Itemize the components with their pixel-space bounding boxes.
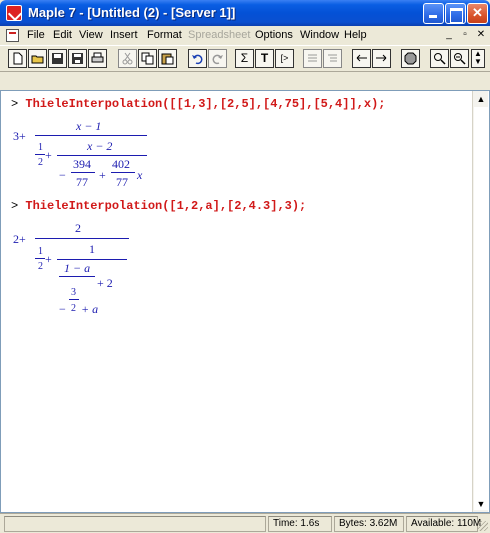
- menu-window[interactable]: Window: [300, 29, 339, 41]
- window-title: Maple 7 - [Untitled (2) - [Server 1]]: [28, 5, 236, 20]
- out1-half-den: 2: [38, 157, 43, 168]
- status-available: Available: 110M: [406, 516, 481, 532]
- status-time-value: 1.6s: [300, 518, 320, 529]
- out1-plus-2: +: [99, 168, 106, 182]
- new-icon[interactable]: [8, 49, 27, 68]
- out1-numerator: x − 1: [76, 119, 102, 133]
- scroll-down-button[interactable]: ▼: [473, 496, 489, 512]
- menu-file[interactable]: File: [27, 29, 45, 41]
- close-button[interactable]: ✕: [467, 3, 488, 24]
- save-all-icon[interactable]: [68, 49, 87, 68]
- cut-icon[interactable]: [118, 49, 137, 68]
- doc-minimize-button[interactable]: _: [442, 28, 456, 42]
- maple-command-2[interactable]: ThieleInterpolation([1,2,a],[2,4.3],3);: [25, 199, 306, 213]
- menu-insert[interactable]: Insert: [110, 29, 138, 41]
- status-bar: Time: 1.6s Bytes: 3.62M Available: 110M: [0, 513, 490, 533]
- collapse-icon[interactable]: [303, 49, 322, 68]
- prompt-symbol: >: [11, 97, 19, 111]
- out2-plus-two: + 2: [97, 276, 113, 290]
- out2-one-minus-a: 1 − a: [64, 261, 91, 275]
- toolbar-scroll-button[interactable]: ▲ ▼: [471, 49, 485, 68]
- out2-half-den: 2: [38, 261, 43, 272]
- save-icon[interactable]: [48, 49, 67, 68]
- out1-inner-fraction-bar: [57, 155, 147, 156]
- out1-coef1-bar: [71, 172, 95, 173]
- doc-restore-button[interactable]: ▫: [458, 28, 472, 42]
- out2-plus: +: [45, 252, 52, 266]
- out1-coef2-den: 77: [116, 175, 128, 189]
- status-message: [4, 516, 266, 532]
- menu-edit[interactable]: Edit: [53, 29, 72, 41]
- undo-icon[interactable]: [188, 49, 207, 68]
- redo-icon[interactable]: [208, 49, 227, 68]
- stop-icon[interactable]: [401, 49, 420, 68]
- menu-options[interactable]: Options: [255, 29, 293, 41]
- resize-grip[interactable]: [478, 521, 488, 531]
- out1-half-num: 1: [38, 142, 43, 153]
- minimize-button[interactable]: [423, 3, 444, 24]
- status-bytes: Bytes: 3.62M: [334, 516, 404, 532]
- copy-icon[interactable]: [138, 49, 157, 68]
- out2-half-bar: [35, 258, 45, 259]
- out2-main-fraction-bar: [35, 238, 129, 239]
- menu-bar: File Edit View Insert Format Spreadsheet…: [0, 26, 490, 45]
- out2-lead: 2+: [13, 232, 26, 246]
- out2-negative-sign: −: [59, 302, 66, 316]
- open-icon[interactable]: [28, 49, 47, 68]
- worksheet[interactable]: > ThieleInterpolation([[1,3],[2,5],[4,75…: [0, 90, 490, 513]
- menu-view[interactable]: View: [79, 29, 103, 41]
- out2-inner-fraction-bar: [57, 259, 127, 260]
- prompt-icon[interactable]: [>: [275, 49, 294, 68]
- doc-close-button[interactable]: ✕: [474, 28, 488, 42]
- vertical-scrollbar[interactable]: ▲ ▼: [472, 91, 488, 512]
- out1-main-fraction-bar: [35, 135, 147, 136]
- prompt-symbol: >: [11, 199, 19, 213]
- out1-half-bar: [35, 154, 45, 155]
- text-icon[interactable]: T: [255, 49, 274, 68]
- out1-lead: 3+: [13, 129, 26, 143]
- toolbar: Σ T [> ▲ ▼: [0, 45, 490, 72]
- out1-coef2-bar: [111, 172, 135, 173]
- print-icon[interactable]: [88, 49, 107, 68]
- expand-icon[interactable]: [323, 49, 342, 68]
- document-menu-icon[interactable]: [6, 29, 19, 42]
- out1-coef1-den: 77: [76, 175, 88, 189]
- out2-one: 1: [89, 242, 95, 256]
- title-bar[interactable]: Maple 7 - [Untitled (2) - [Server 1]] ✕: [0, 0, 490, 26]
- out2-top-numerator: 2: [75, 221, 81, 235]
- menu-format[interactable]: Format: [147, 29, 182, 41]
- menu-spreadsheet[interactable]: Spreadsheet: [188, 29, 250, 41]
- out2-half-num: 1: [38, 246, 43, 257]
- out2-sub-fraction-bar: [59, 276, 95, 277]
- input-line-1[interactable]: > ThieleInterpolation([[1,3],[2,5],[4,75…: [11, 97, 385, 111]
- status-time: Time: 1.6s: [268, 516, 332, 532]
- out1-coef1-num: 394: [73, 157, 91, 171]
- maple-leaf-icon[interactable]: [6, 5, 22, 21]
- right-arrow-icon[interactable]: [372, 49, 391, 68]
- sigma-icon[interactable]: Σ: [235, 49, 254, 68]
- out1-negative-sign: −: [59, 168, 66, 182]
- out1-inner-numerator: x − 2: [87, 139, 113, 153]
- out1-coef2-num: 402: [112, 157, 130, 171]
- input-line-2[interactable]: > ThieleInterpolation([1,2,a],[2,4.3],3)…: [11, 199, 306, 213]
- out1-plus: +: [45, 148, 52, 162]
- maximize-button[interactable]: [445, 3, 466, 24]
- scroll-up-button[interactable]: ▲: [473, 91, 489, 107]
- menu-help[interactable]: Help: [344, 29, 367, 41]
- out2-coef-num: 3: [71, 287, 76, 298]
- out2-coef-den: 2: [71, 303, 76, 314]
- out1-variable: x: [137, 168, 143, 182]
- out2-plus-a: + a: [81, 302, 99, 316]
- out2-coef-bar: [69, 299, 79, 300]
- left-arrow-icon[interactable]: [352, 49, 371, 68]
- scroll-track[interactable]: [474, 107, 488, 510]
- zoom-out-icon[interactable]: [450, 49, 469, 68]
- paste-icon[interactable]: [158, 49, 177, 68]
- maple-command-1[interactable]: ThieleInterpolation([[1,3],[2,5],[4,75],…: [25, 97, 385, 111]
- status-time-label: Time:: [273, 518, 298, 529]
- zoom-in-icon[interactable]: [430, 49, 449, 68]
